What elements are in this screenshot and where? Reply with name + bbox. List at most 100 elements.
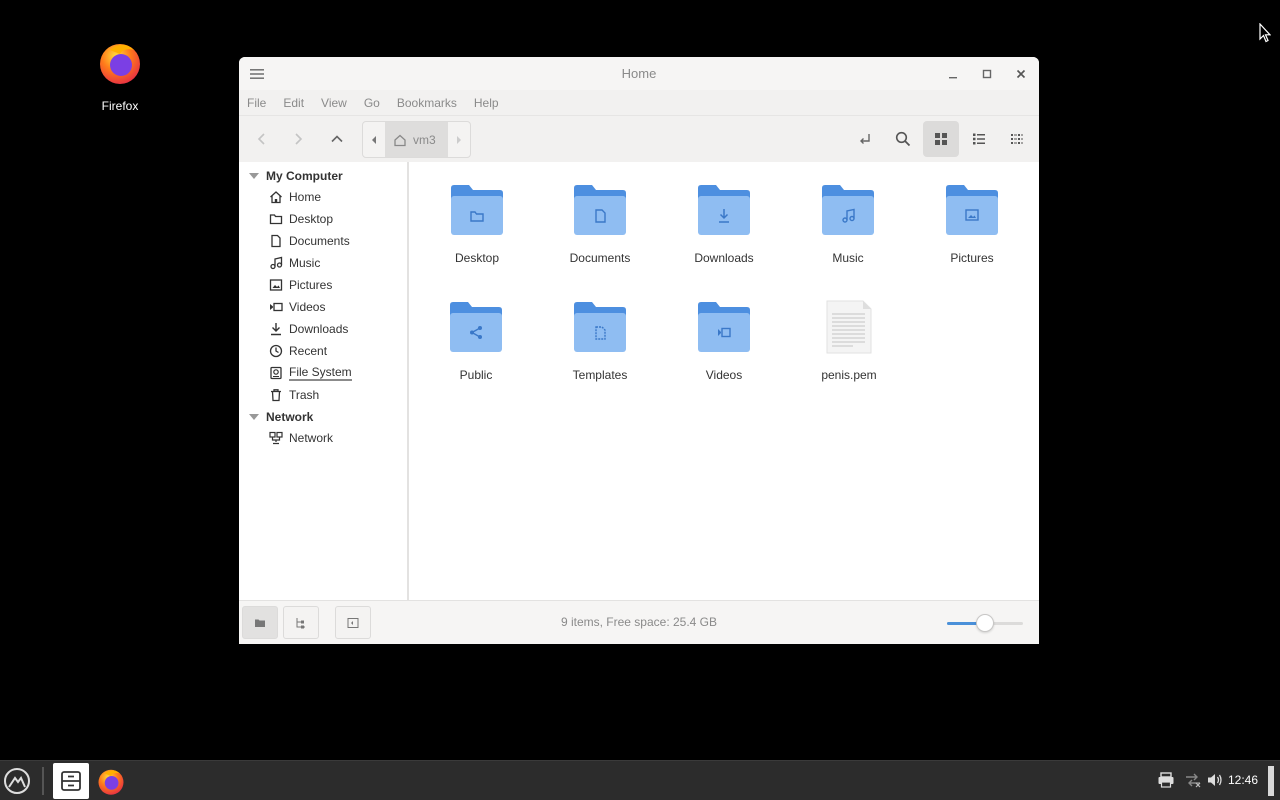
sidebar-item-pictures[interactable]: Pictures: [239, 274, 407, 296]
file-manager-window: Home File Edit View Go Bookmarks Help vm…: [239, 57, 1039, 644]
text-file-icon: [826, 300, 872, 354]
icon-view-button[interactable]: [923, 121, 959, 157]
toolbar: vm3: [239, 116, 1039, 162]
taskbar-separator: [42, 767, 44, 795]
menu-view[interactable]: View: [321, 96, 347, 110]
volume-icon[interactable]: [1206, 771, 1224, 789]
file-name: Templates: [572, 368, 628, 382]
taskbar-file-manager[interactable]: [53, 763, 89, 799]
file-name: Videos: [705, 368, 743, 382]
firefox-icon: [100, 44, 140, 84]
network-status-icon[interactable]: [1184, 771, 1202, 789]
sidebar-item-videos[interactable]: Videos: [239, 296, 407, 318]
file-view[interactable]: Desktop Documents Downloads Music Pictur…: [409, 162, 1039, 600]
folder-icon: [698, 302, 750, 352]
sidebar-item-network[interactable]: Network: [239, 427, 407, 449]
sidebar-item-label: Videos: [289, 300, 326, 314]
path-crumb-label: vm3: [413, 132, 436, 147]
sidebar-item-home[interactable]: Home: [239, 186, 407, 208]
menu-bookmarks[interactable]: Bookmarks: [397, 96, 457, 110]
file-item-public[interactable]: Public: [431, 299, 521, 382]
mouse-cursor-icon: [1259, 23, 1271, 43]
sidebar-item-desktop[interactable]: Desktop: [239, 208, 407, 230]
sidebar-item-label: Network: [289, 431, 334, 445]
search-icon: [895, 131, 911, 147]
list-view-button[interactable]: [961, 121, 997, 157]
path-scroll-left-button[interactable]: [363, 122, 385, 157]
triangle-right-icon: [456, 135, 461, 144]
location-toggle-icon: [860, 134, 870, 144]
menu-edit[interactable]: Edit: [283, 96, 304, 110]
folder-icon: [269, 214, 283, 225]
file-name: Desktop: [454, 251, 500, 265]
home-icon: [270, 191, 282, 204]
back-button[interactable]: [252, 129, 272, 149]
sidebar-item-documents[interactable]: Documents: [239, 230, 407, 252]
file-item-music[interactable]: Music: [803, 182, 893, 265]
file-item-videos[interactable]: Videos: [679, 299, 769, 382]
grid-view-icon: [935, 133, 947, 145]
minimize-icon[interactable]: [946, 67, 960, 81]
forward-button[interactable]: [288, 129, 308, 149]
file-item-penis-pem[interactable]: penis.pem: [804, 299, 894, 382]
folder-icon: [698, 185, 750, 235]
sidebar-header-my-computer[interactable]: My Computer: [239, 165, 407, 186]
printer-icon[interactable]: [1157, 771, 1175, 789]
sidebar-item-trash[interactable]: Trash: [239, 384, 407, 406]
taskbar: 12:46: [0, 760, 1280, 800]
compact-view-button[interactable]: [999, 121, 1035, 157]
expand-triangle-icon[interactable]: [249, 413, 259, 420]
menu-file[interactable]: File: [247, 96, 266, 110]
clock[interactable]: 12:46: [1228, 773, 1258, 787]
drive-icon: [270, 366, 282, 380]
status-text: 9 items, Free space: 25.4 GB: [560, 615, 718, 629]
clock-icon: [269, 344, 283, 358]
document-icon: [271, 234, 281, 248]
trash-icon: [271, 389, 281, 402]
zoom-slider[interactable]: [947, 614, 1023, 632]
file-item-templates[interactable]: Templates: [555, 299, 645, 382]
sidebar-header-label: My Computer: [266, 168, 343, 183]
file-item-desktop[interactable]: Desktop: [432, 182, 522, 265]
close-icon[interactable]: [1014, 67, 1028, 81]
file-item-documents[interactable]: Documents: [555, 182, 645, 265]
sidebar: My Computer Home Desktop Documents Music: [239, 162, 409, 600]
sidebar-item-downloads[interactable]: Downloads: [239, 318, 407, 340]
compact-view-icon: [1011, 134, 1023, 144]
window-title: Home: [621, 66, 657, 81]
network-icon: [269, 431, 283, 445]
sidebar-item-label: Trash: [289, 388, 320, 402]
menu-help[interactable]: Help: [474, 96, 499, 110]
show-desktop-button[interactable]: [1268, 766, 1274, 796]
search-button[interactable]: [885, 121, 921, 157]
file-item-downloads[interactable]: Downloads: [679, 182, 769, 265]
status-bar: 9 items, Free space: 25.4 GB: [239, 600, 1039, 644]
sidebar-header-network[interactable]: Network: [239, 406, 407, 427]
taskbar-firefox[interactable]: [93, 763, 129, 799]
title-bar[interactable]: Home: [239, 57, 1039, 90]
app-menu-icon[interactable]: [3, 767, 31, 795]
menu-go[interactable]: Go: [364, 96, 380, 110]
folder-icon: [450, 302, 502, 352]
music-icon: [270, 256, 283, 270]
folder-icon: [822, 185, 874, 235]
maximize-icon[interactable]: [980, 67, 994, 81]
expand-triangle-icon[interactable]: [249, 172, 259, 179]
file-item-pictures[interactable]: Pictures: [927, 182, 1017, 265]
zoom-slider-handle[interactable]: [976, 614, 994, 632]
toggle-location-button[interactable]: [847, 121, 883, 157]
file-name: Pictures: [950, 251, 994, 265]
up-button[interactable]: [327, 129, 347, 149]
sidebar-item-recent[interactable]: Recent: [239, 340, 407, 362]
desktop-icon-firefox[interactable]: Firefox: [90, 38, 150, 113]
path-crumb-home[interactable]: vm3: [385, 122, 448, 157]
folder-icon: [574, 302, 626, 352]
desktop-icon-label: Firefox: [101, 99, 139, 113]
download-icon: [271, 323, 281, 336]
menu-bar: File Edit View Go Bookmarks Help: [239, 90, 1039, 116]
path-scroll-right-button[interactable]: [448, 122, 470, 157]
sidebar-item-file-system[interactable]: File System: [239, 362, 407, 384]
sidebar-item-music[interactable]: Music: [239, 252, 407, 274]
chevron-up-icon: [331, 135, 343, 143]
home-icon: [394, 134, 406, 146]
